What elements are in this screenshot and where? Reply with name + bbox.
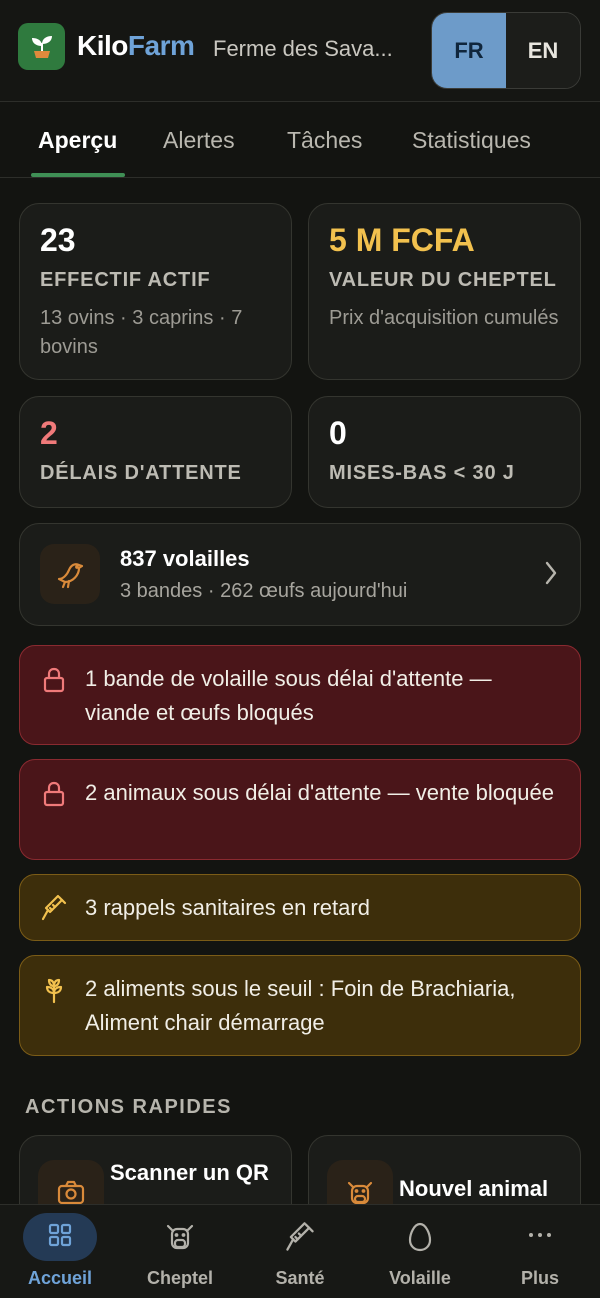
language-switcher: FR EN [431,12,581,89]
brand-name-part1: Kilo [77,30,128,61]
alert-text: 2 animaux sous délai d'attente — vente b… [85,780,554,805]
egg-icon [408,1222,432,1252]
stat-subtext: Prix d'acquisition cumulés [329,307,559,329]
app-logo[interactable] [18,23,65,70]
alert-text: 1 bande de volaille sous délai d'attente… [85,666,492,725]
alert-text: 3 rappels sanitaires en retard [85,895,370,920]
lock-icon [43,781,65,807]
app-header: KiloFarm Ferme des Sava... FR EN [0,0,600,102]
stat-value: 23 [40,222,76,258]
poultry-summary-card[interactable]: 837 volailles 3 bandes · 262 œufs aujour… [19,523,581,626]
quick-action-label: Nouvel animal [399,1176,549,1201]
stat-value: 5 M FCFA [329,222,475,258]
tab-taches[interactable]: Tâches [287,127,362,154]
alert-poultry-withdrawal[interactable]: 1 bande de volaille sous délai d'attente… [19,645,581,745]
tab-statistiques[interactable]: Statistiques [412,127,531,154]
tab-alertes[interactable]: Alertes [163,127,235,154]
nav-cheptel[interactable]: Cheptel [120,1205,240,1298]
nav-label: Cheptel [146,1268,213,1288]
lock-icon [43,667,65,693]
bird-icon [40,544,100,604]
syringe-icon [286,1222,314,1251]
grid-icon [48,1223,72,1247]
brand-name: KiloFarm [77,30,195,62]
stat-value: 2 [40,415,58,451]
lang-fr-button[interactable]: FR [432,13,506,88]
nav-label: Volaille [389,1268,451,1288]
poultry-subtitle: 3 bandes · 262 œufs aujourd'hui [120,580,408,602]
stat-subtext: 13 ovins · 3 caprins · 7 bovins [40,307,243,358]
nav-label: Plus [520,1268,559,1288]
stat-value: 0 [329,415,347,451]
tab-bar: Aperçu Alertes Tâches Statistiques [0,103,600,178]
alert-overdue-reminders[interactable]: 3 rappels sanitaires en retard [19,874,581,941]
stat-label: VALEUR DU CHEPTEL [329,269,557,291]
sprout-icon [31,35,52,58]
nav-plus[interactable]: Plus [480,1205,600,1298]
poultry-count: 837 volailles [120,546,250,571]
brand-name-part2: Farm [127,30,195,61]
stat-card-mises-bas[interactable]: 0 MISES-BAS < 30 J [308,396,581,508]
alert-feed-threshold[interactable]: 2 aliments sous le seuil : Foin de Brach… [19,955,581,1056]
alert-text: 2 aliments sous le seuil : Foin de Brach… [85,976,516,1035]
nav-label: Santé [275,1268,325,1288]
alert-animals-withdrawal[interactable]: 2 animaux sous délai d'attente — vente b… [19,759,581,860]
syringe-icon [41,894,67,921]
tab-apercu[interactable]: Aperçu [38,127,117,154]
nav-volaille[interactable]: Volaille [360,1205,480,1298]
quick-actions-title: ACTIONS RAPIDES [25,1096,232,1118]
lang-en-button[interactable]: EN [506,13,580,88]
stat-card-valeur[interactable]: 5 M FCFA VALEUR DU CHEPTEL Prix d'acquis… [308,203,581,380]
nav-label: Accueil [27,1268,93,1288]
stat-label: MISES-BAS < 30 J [329,462,515,484]
stat-label: DÉLAIS D'ATTENTE [40,462,242,484]
bottom-navigation: Accueil Cheptel Santé Volaille Plus [0,1204,600,1298]
active-tab-indicator [31,173,125,177]
stat-label: EFFECTIF ACTIF [40,269,211,291]
cow-icon [166,1224,194,1250]
nav-accueil[interactable]: Accueil [0,1205,120,1298]
wheat-icon [45,978,63,1004]
chevron-right-icon [545,561,557,585]
farm-name[interactable]: Ferme des Sava... [213,36,418,62]
more-icon [529,1233,551,1237]
stat-card-delais[interactable]: 2 DÉLAIS D'ATTENTE [19,396,292,508]
nav-sante[interactable]: Santé [240,1205,360,1298]
quick-action-label: Scanner un QR [110,1160,269,1185]
stat-card-effectif[interactable]: 23 EFFECTIF ACTIF 13 ovins · 3 caprins ·… [19,203,292,380]
